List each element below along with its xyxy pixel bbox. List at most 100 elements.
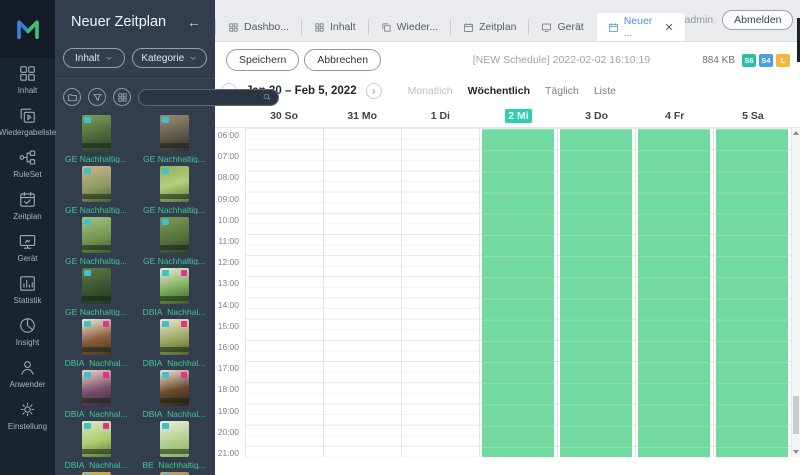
tab-wiedergabeliste[interactable]: Wieder... <box>368 19 450 35</box>
content-list-item[interactable]: GE Nachhaltig... <box>138 112 210 163</box>
sidebar-item-ruleset[interactable]: RuleSet <box>0 142 55 184</box>
thumbnail-badge <box>181 270 187 276</box>
device-type-badges: S6S4L <box>742 54 790 67</box>
sidebar-item-anwender[interactable]: Anwender <box>0 352 55 394</box>
view-option-monatlich[interactable]: Monatlich <box>408 85 453 97</box>
content-item-label: GE Nachhaltig... <box>65 154 127 163</box>
content-list-item[interactable]: DBIA_Nachhal... <box>138 316 210 367</box>
folder-icon <box>67 92 78 103</box>
device-monitor-icon <box>18 232 37 251</box>
time-label: 13:00 <box>218 278 239 288</box>
close-tab-icon[interactable]: ✕ <box>664 21 673 34</box>
tab-geraet[interactable]: Gerät <box>528 19 595 35</box>
sidebar-item-geraet[interactable]: Gerät <box>0 226 55 268</box>
time-label: 12:00 <box>218 257 239 267</box>
content-thumbnail <box>160 115 189 151</box>
search-input[interactable] <box>145 92 262 102</box>
category-filter-dropdown[interactable]: Kategorie <box>132 48 207 68</box>
sidebar-item-inhalt[interactable]: Inhalt <box>0 58 55 100</box>
sidebar-item-label: Insight <box>16 338 40 347</box>
thumbnail-caption-band <box>82 245 111 250</box>
content-item-label: GE Nachhaltig... <box>143 154 205 163</box>
content-list-item[interactable]: GE Nachhaltig... <box>138 163 210 214</box>
thumbnail-caption-band <box>160 449 189 454</box>
content-list-item[interactable]: GE Nachhaltig... <box>138 214 210 265</box>
content-thumbnail <box>160 268 189 304</box>
collapse-panel-arrow-icon[interactable]: ← <box>187 14 201 30</box>
content-list-item[interactable]: BE_Nachhaltig... <box>138 418 210 469</box>
scroll-down-icon[interactable] <box>792 447 800 457</box>
day-header: 5 Sa <box>714 110 792 122</box>
page-title: Neuer Zeitplan <box>71 14 187 30</box>
thumbnail-logo-icon <box>84 270 91 276</box>
thumbnail-logo-icon <box>84 117 91 123</box>
tab-dashboard[interactable]: Dashbo... <box>215 19 301 35</box>
folder-button[interactable] <box>63 88 81 106</box>
insight-pie-chart-icon <box>18 316 37 335</box>
view-option-täglich[interactable]: Täglich <box>545 85 579 97</box>
next-week-button[interactable]: › <box>366 83 382 99</box>
content-list-item[interactable]: DBIA_Nachhal... <box>60 418 132 469</box>
content-thumbnail <box>160 217 189 253</box>
tab-zeitplan[interactable]: Zeitplan <box>450 19 528 35</box>
content-filter-label: Inhalt <box>75 53 99 64</box>
scrollbar-thumb[interactable] <box>793 396 799 434</box>
user-icon <box>18 358 37 377</box>
tab-label: Zeitplan <box>479 21 516 33</box>
chevron-down-icon <box>105 54 113 62</box>
scheduled-day-block[interactable] <box>638 129 710 457</box>
thumbnail-logo-icon <box>162 321 169 327</box>
sidebar-item-zeitplan[interactable]: Zeitplan <box>0 184 55 226</box>
device-monitor-icon <box>541 22 552 33</box>
tab-inhalt[interactable]: Inhalt <box>301 19 368 35</box>
scroll-up-icon[interactable] <box>792 128 800 138</box>
content-list-item[interactable]: GE Nachhaltig... <box>60 112 132 163</box>
content-list-item[interactable]: DBIA_Nachhal... <box>60 316 132 367</box>
content-list-item[interactable]: DBIA_Nachhal... <box>138 265 210 316</box>
content-list-item[interactable] <box>138 469 210 475</box>
logout-button[interactable]: Abmelden <box>722 10 793 30</box>
device-type-badge: S6 <box>742 54 756 67</box>
filter-funnel-icon <box>92 92 103 103</box>
scheduled-day-block[interactable] <box>560 129 632 457</box>
grid-view-icon <box>117 92 128 103</box>
device-type-badge: S4 <box>759 54 773 67</box>
thumbnail-caption-band <box>82 194 111 199</box>
view-mode-button[interactable] <box>113 88 131 106</box>
tab-neuer-zeitplan-active[interactable]: Neuer ... ✕ <box>597 13 685 41</box>
time-label: 15:00 <box>218 321 239 331</box>
content-list-item[interactable]: DBIA_Nachhal... <box>138 367 210 418</box>
sidebar-item-label: Wiedergabeliste <box>0 128 56 137</box>
sidebar-item-wiedergabeliste[interactable]: Wiedergabeliste <box>0 100 55 142</box>
thumbnail-logo-icon <box>162 270 169 276</box>
cancel-button[interactable]: Abbrechen <box>304 49 381 71</box>
save-button[interactable]: Speichern <box>226 49 299 71</box>
ruleset-icon <box>18 148 37 167</box>
content-list-item[interactable]: GE Nachhaltig... <box>60 214 132 265</box>
scheduled-day-block[interactable] <box>716 129 788 457</box>
day-header: 4 Fr <box>636 110 714 122</box>
content-list-item[interactable] <box>60 469 132 475</box>
content-filter-dropdown[interactable]: Inhalt <box>63 48 125 68</box>
view-option-liste[interactable]: Liste <box>594 85 616 97</box>
thumbnail-caption-band <box>82 296 111 301</box>
calendar-scrollbar[interactable] <box>792 128 800 457</box>
thumbnail-logo-icon <box>84 372 91 378</box>
sidebar-item-statistik[interactable]: Statistik <box>0 268 55 310</box>
sidebar-item-label: Gerät <box>17 254 37 263</box>
app-logo[interactable] <box>0 0 55 58</box>
calendar-columns[interactable] <box>245 128 792 457</box>
content-item-label: GE Nachhaltig... <box>65 256 127 265</box>
category-filter-label: Kategorie <box>141 53 184 64</box>
content-list-item[interactable]: GE Nachhaltig... <box>60 265 132 316</box>
sidebar-item-insight[interactable]: Insight <box>0 310 55 352</box>
sidebar-item-einstellung[interactable]: Einstellung <box>0 394 55 436</box>
scheduled-day-block[interactable] <box>482 129 554 457</box>
content-list-item[interactable]: DBIA_Nachhal... <box>60 367 132 418</box>
content-list-item[interactable]: GE Nachhaltig... <box>60 163 132 214</box>
view-option-wöchentlich[interactable]: Wöchentlich <box>468 85 530 97</box>
thumbnail-caption-band <box>160 347 189 352</box>
thumbnail-caption-band <box>160 143 189 148</box>
filter-button[interactable] <box>88 88 106 106</box>
thumbnail-caption-band <box>82 143 111 148</box>
